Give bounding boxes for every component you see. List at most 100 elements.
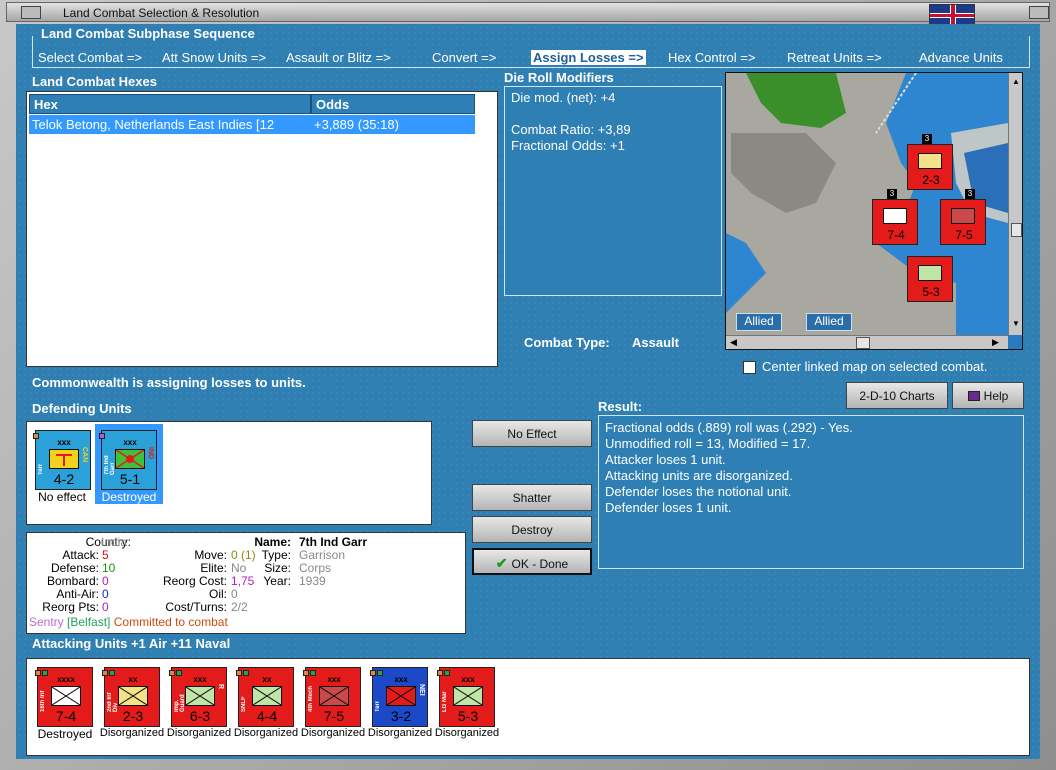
scroll-right-icon[interactable]: ▶: [992, 337, 999, 348]
result-line: Fractional odds (.889) roll was (.292) -…: [605, 420, 853, 435]
armor-icon: [951, 208, 975, 224]
attacking-unit-counter[interactable]: xxx Terr NEI 3-2: [370, 667, 428, 727]
map-unit-counter[interactable]: 2-3 3: [907, 134, 953, 190]
garrison-icon: [115, 449, 145, 469]
seq-step-convert[interactable]: Convert =>: [432, 50, 496, 65]
attacking-unit-counter[interactable]: xx SNLF 4-4: [236, 667, 294, 727]
seq-step-assault-blitz[interactable]: Assault or Blitz =>: [286, 50, 391, 65]
defending-unit-counter[interactable]: xxx Terr CAN 4-2: [33, 430, 91, 490]
unit-status-dots: [99, 426, 113, 439]
defending-label: Defending Units: [32, 401, 132, 416]
unit-size: xxxx: [57, 675, 75, 684]
map-unit-counter[interactable]: 5-3: [907, 256, 953, 302]
unit-value: 5-1: [119, 471, 141, 487]
combat-type-value: Assault: [632, 335, 679, 350]
infantry-icon: [883, 208, 907, 224]
reorgcost-value: 1,75: [231, 574, 255, 588]
unit-value: 5-3: [457, 708, 479, 724]
defending-units-panel: xxx Terr CAN 4-2 No effect xxx 7th Ind G…: [26, 421, 432, 525]
unit-status: Destroyed: [101, 490, 157, 504]
attacking-unit-counter[interactable]: xxx Imp. Guard R 6-3: [169, 667, 227, 727]
close-button[interactable]: [1029, 6, 1049, 19]
map-hscroll-thumb[interactable]: [856, 337, 870, 349]
map-unit-value: 7-4: [887, 228, 905, 242]
seq-step-advance[interactable]: Advance Units: [919, 50, 1003, 65]
col-hex-header[interactable]: Hex: [29, 94, 311, 114]
unit-type-icon: [185, 686, 215, 706]
unit-value: 6-3: [189, 708, 211, 724]
seq-step-select-combat[interactable]: Select Combat =>: [38, 50, 142, 65]
attacking-unit-counter[interactable]: xxx LG Mar 5-3: [437, 667, 495, 727]
drm-line: [511, 106, 715, 122]
seq-step-hex-control[interactable]: Hex Control =>: [668, 50, 755, 65]
no-effect-button[interactable]: No Effect: [472, 420, 592, 447]
reorgcost-key: Reorg Cost:: [162, 574, 227, 588]
map-vscrollbar[interactable]: ▲ ▼: [1008, 73, 1022, 335]
system-menu-button[interactable]: [21, 6, 41, 19]
hexes-table: Hex Odds Telok Betong, Netherlands East …: [26, 91, 498, 367]
allied-tag[interactable]: Allied: [736, 313, 782, 331]
map-unit-counter[interactable]: 7-5 3: [940, 189, 986, 245]
scroll-left-icon[interactable]: ◀: [730, 337, 737, 348]
map-unit-counter[interactable]: 7-4 3: [872, 189, 918, 245]
stack-count: 3: [922, 134, 932, 144]
unit-status-dots: [33, 426, 47, 439]
ok-label: OK - Done: [511, 557, 569, 571]
drm-line: Fractional Odds: +1: [511, 138, 625, 153]
defending-unit-counter[interactable]: xxx 7th Ind Garr IND 5-1: [99, 430, 157, 490]
title-bar: Land Combat Selection & Resolution: [6, 2, 1050, 25]
seq-step-assign-losses[interactable]: Assign Losses =>: [531, 50, 646, 65]
hexes-label: Land Combat Hexes: [32, 74, 157, 89]
scroll-up-icon[interactable]: ▲: [1012, 77, 1020, 86]
unit-value: 7-5: [323, 708, 345, 724]
map-hscrollbar[interactable]: ◀ ▶: [726, 335, 1008, 349]
allied-tag[interactable]: Allied: [806, 313, 852, 331]
size-value: Corps: [299, 561, 332, 575]
col-odds-header[interactable]: Odds: [311, 94, 475, 114]
combat-type-label: Combat Type:: [524, 335, 610, 350]
result-line: Attacking units are disorganized.: [605, 468, 793, 483]
antiair-value: 0: [102, 587, 109, 601]
year-value: 1939: [299, 574, 326, 588]
stack-count: 3: [887, 189, 897, 199]
name-key: Name:: [254, 535, 291, 549]
unit-status: No effect: [38, 490, 86, 504]
linked-map[interactable]: ▲ ▼ ◀ ▶ Allied Allied 2-3 3 7-4 3 7-5 3 …: [725, 72, 1023, 350]
unit-status: Disorganized: [99, 727, 165, 739]
country-value: India: [101, 535, 128, 549]
defense-value: 10: [102, 561, 116, 575]
seq-step-att-snow[interactable]: Att Snow Units =>: [162, 50, 266, 65]
seq-step-retreat[interactable]: Retreat Units =>: [787, 50, 882, 65]
infantry-icon: [918, 153, 942, 169]
drm-line: Combat Ratio: +3,89: [511, 122, 631, 137]
map-unit-value: 7-5: [955, 228, 973, 242]
attacking-unit-counter[interactable]: xxxx 16th Inf 7-4: [35, 667, 93, 727]
sequence-legend: Land Combat Subphase Sequence: [39, 26, 257, 41]
table-row[interactable]: Telok Betong, Netherlands East Indies [1…: [29, 115, 475, 134]
attacking-unit-counter[interactable]: xx 2nd Inf Div 2-3: [102, 667, 160, 727]
map-unit-value: 2-3: [922, 173, 940, 187]
help-button[interactable]: Help: [952, 382, 1024, 409]
unit-status: Disorganized: [434, 727, 500, 739]
map-vscroll-thumb[interactable]: [1011, 223, 1022, 237]
result-line: Unmodified roll = 13, Modified = 17.: [605, 436, 811, 451]
bombard-value: 0: [102, 574, 109, 588]
size-key: Size:: [264, 561, 291, 575]
destroy-button[interactable]: Destroy: [472, 516, 592, 543]
center-map-checkbox[interactable]: [743, 361, 756, 374]
attacking-label: Attacking Units +1 Air +11 Naval: [32, 636, 231, 651]
unit-status-dots: [35, 663, 49, 676]
attacking-unit-counter[interactable]: xxx 4th Mech 7-5: [303, 667, 361, 727]
shatter-button[interactable]: Shatter: [472, 484, 592, 511]
unit-flags-row: Sentry [Belfast] Committed to combat: [29, 615, 228, 629]
charts-button[interactable]: 2-D-10 Charts: [846, 382, 948, 409]
ok-done-button[interactable]: ✔ OK - Done: [472, 548, 592, 575]
year-key: Year:: [263, 574, 291, 588]
move-key: Move:: [194, 548, 227, 562]
status-message: Commonwealth is assigning losses to unit…: [32, 375, 306, 390]
scroll-down-icon[interactable]: ▼: [1012, 319, 1020, 328]
window-frame: Land Combat Selection & Resolution Land …: [0, 0, 1056, 770]
unit-status-dots: [236, 663, 250, 676]
unit-type-icon: [252, 686, 282, 706]
drm-line: Die mod. (net): +4: [511, 90, 616, 105]
